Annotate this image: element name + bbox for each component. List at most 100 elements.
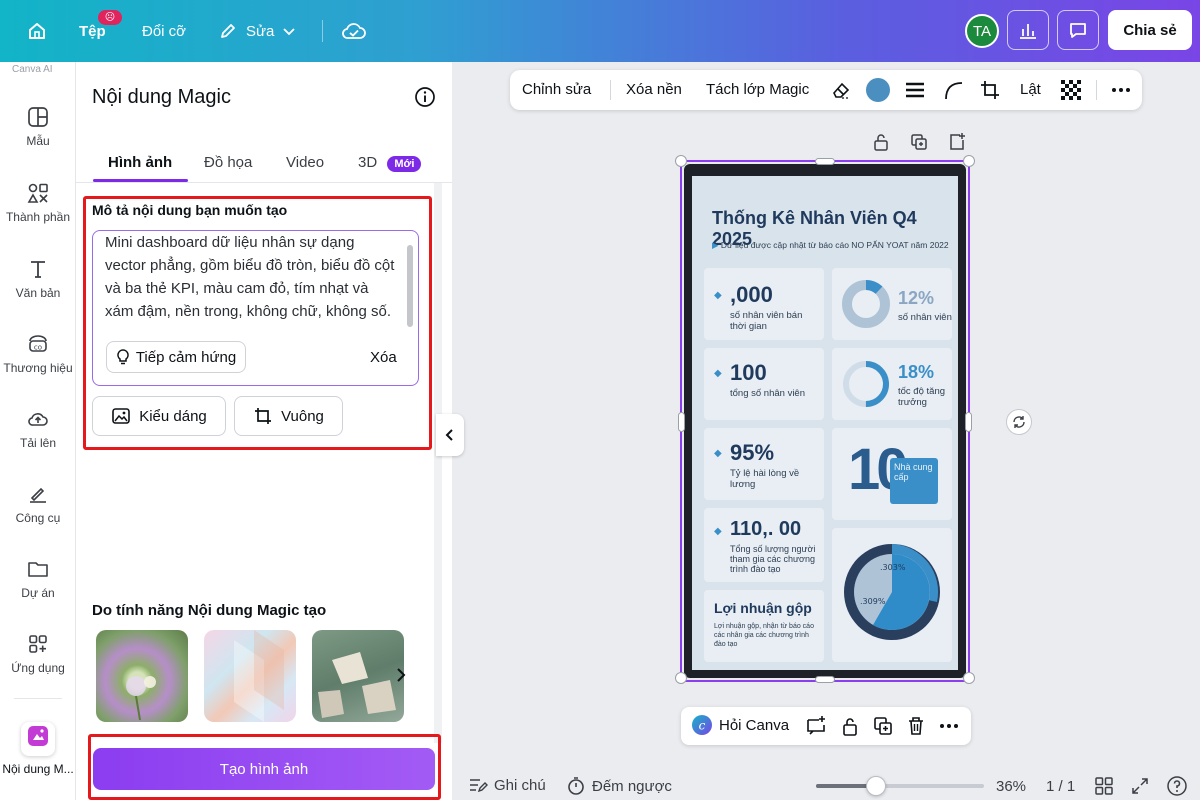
carousel-next-button[interactable] (394, 662, 408, 693)
resize-handle[interactable] (815, 158, 835, 165)
kpi-label: Tỷ lệ hài lòng về lương (730, 468, 800, 490)
rail-item-uploads[interactable]: Tải lên (0, 408, 76, 450)
rail-divider (14, 698, 62, 699)
crop-icon (255, 408, 272, 424)
corner-rounding-button[interactable] (942, 79, 964, 106)
resize-handle[interactable] (675, 155, 687, 167)
border-style-button[interactable] (904, 79, 926, 106)
file-menu-label: Tệp (79, 22, 106, 40)
resize-handle[interactable] (963, 672, 975, 684)
prompt-text[interactable]: Mini dashboard dữ liệu nhân sự dạng vect… (105, 231, 395, 323)
flip-button[interactable]: Lật (1020, 81, 1041, 98)
duplicate-button[interactable] (909, 132, 929, 157)
more-button[interactable] (938, 715, 960, 742)
rail-item-tools[interactable]: Công cụ (0, 483, 76, 525)
notes-button[interactable]: Ghi chú (468, 776, 546, 794)
transparency-icon (1061, 80, 1081, 100)
comment-button[interactable] (805, 715, 827, 742)
diamond-icon: ◆ (714, 368, 722, 379)
rail-item-brand[interactable]: co Thương hiệu (0, 333, 76, 375)
resize-handle[interactable] (963, 155, 975, 167)
tab-graphics[interactable]: Đồ họa (204, 154, 252, 171)
remove-background-button[interactable]: Xóa nền (626, 81, 682, 98)
prompt-textarea[interactable]: Mini dashboard dữ liệu nhân sự dạng vect… (92, 230, 419, 386)
rail-label: Ứng dụng (11, 661, 65, 675)
eraser-button[interactable] (830, 79, 852, 106)
rail-item-text[interactable]: Văn bản (0, 258, 76, 300)
page-count[interactable]: 1 / 1 (1046, 778, 1075, 795)
kpi-label: số nhân viên bán thời gian (730, 310, 803, 332)
play-icon: ▶ (712, 240, 719, 250)
fullscreen-button[interactable] (1130, 776, 1150, 800)
transparency-button[interactable] (1060, 79, 1082, 106)
timer-icon (568, 777, 584, 795)
resize-handle[interactable] (675, 672, 687, 684)
rail-item-templates[interactable]: Mẫu (0, 106, 76, 148)
lock-element-button[interactable] (839, 715, 861, 742)
sample-thumbnail[interactable] (96, 630, 188, 722)
magic-layer-button[interactable]: Tách lớp Magic (706, 81, 809, 98)
kpi-card: ◆ ,000 số nhân viên bán thời gian (704, 268, 824, 340)
add-page-button[interactable] (947, 132, 967, 157)
duplicate-element-button[interactable] (872, 715, 894, 742)
rotate-handle[interactable] (1006, 409, 1032, 435)
inspire-button[interactable]: Tiếp cảm hứng (106, 341, 246, 373)
lock-button[interactable] (871, 132, 891, 157)
ring-value: 12% (898, 288, 935, 308)
rail-item-magic-media[interactable]: Nội dung M... (0, 722, 76, 776)
kpi-card: ◆ 110,. 00 Tổng số lượng người tham gia … (704, 508, 824, 582)
rail-item-apps[interactable]: Ứng dụng (0, 633, 76, 675)
notes-label: Ghi chú (494, 776, 546, 794)
timer-button[interactable]: Đếm ngược (566, 776, 672, 796)
insights-button[interactable] (1007, 10, 1049, 50)
diamond-icon: ◆ (714, 526, 722, 537)
tab-3d[interactable]: 3D Mới (358, 154, 422, 172)
clear-button[interactable]: Xóa (370, 349, 397, 366)
resize-handle[interactable] (965, 412, 972, 432)
zoom-level[interactable]: 36% (996, 778, 1026, 795)
crop-button[interactable] (979, 79, 1001, 106)
generate-image-button[interactable]: Tạo hình ảnh (93, 748, 435, 790)
resize-handle[interactable] (815, 676, 835, 683)
tab-video[interactable]: Video (286, 154, 324, 171)
resize-handle[interactable] (678, 412, 685, 432)
edit-image-button[interactable]: Chỉnh sửa (522, 81, 591, 98)
grid-view-button[interactable] (1094, 776, 1114, 800)
file-badge-text: ☹ (104, 12, 116, 23)
duplicate-icon (911, 134, 927, 150)
share-button[interactable]: Chia sẻ (1108, 10, 1192, 50)
textarea-scrollbar[interactable] (407, 245, 413, 327)
eraser-icon (833, 82, 850, 99)
aspect-ratio-button[interactable]: Vuông (234, 396, 343, 436)
resize-button[interactable]: Đổi cỡ (142, 0, 186, 62)
sample-thumbnail[interactable] (312, 630, 404, 722)
zoom-slider[interactable] (816, 776, 984, 796)
element-toolbar: c Hỏi Canva (681, 707, 971, 745)
edit-menu[interactable]: Sửa (218, 0, 296, 62)
file-menu[interactable]: Tệp (79, 0, 106, 62)
tab-images[interactable]: Hình ảnh (108, 154, 172, 171)
ask-canva-button[interactable]: c Hỏi Canva (691, 714, 789, 736)
color-swatch[interactable] (866, 78, 890, 102)
cloud-save-button[interactable] (341, 0, 367, 62)
trash-icon (909, 717, 923, 735)
lightbulb-icon (117, 349, 129, 365)
help-button[interactable] (1166, 775, 1188, 800)
comments-button[interactable] (1057, 10, 1099, 50)
kpi-value: 95% (730, 440, 775, 465)
style-button[interactable]: Kiểu dáng (92, 396, 226, 436)
collapse-panel-button[interactable] (436, 414, 464, 456)
help-icon (1167, 776, 1187, 796)
panel-scrollbar[interactable] (434, 183, 442, 743)
add-comment-icon (807, 716, 825, 735)
rail-item-elements[interactable]: Thành phần (0, 182, 76, 224)
rail-item-projects[interactable]: Dự án (0, 558, 76, 600)
avatar[interactable]: TA (965, 14, 999, 48)
selected-image[interactable]: Thống Kê Nhân Viên Q4 2025 ▶ Dữ liệu đượ… (675, 155, 975, 684)
delete-button[interactable] (905, 715, 927, 742)
sample-thumbnail[interactable] (204, 630, 296, 722)
home-button[interactable] (22, 0, 52, 62)
zoom-slider-thumb[interactable] (866, 776, 887, 796)
more-options-button[interactable] (1110, 79, 1132, 106)
info-button[interactable] (414, 86, 436, 113)
